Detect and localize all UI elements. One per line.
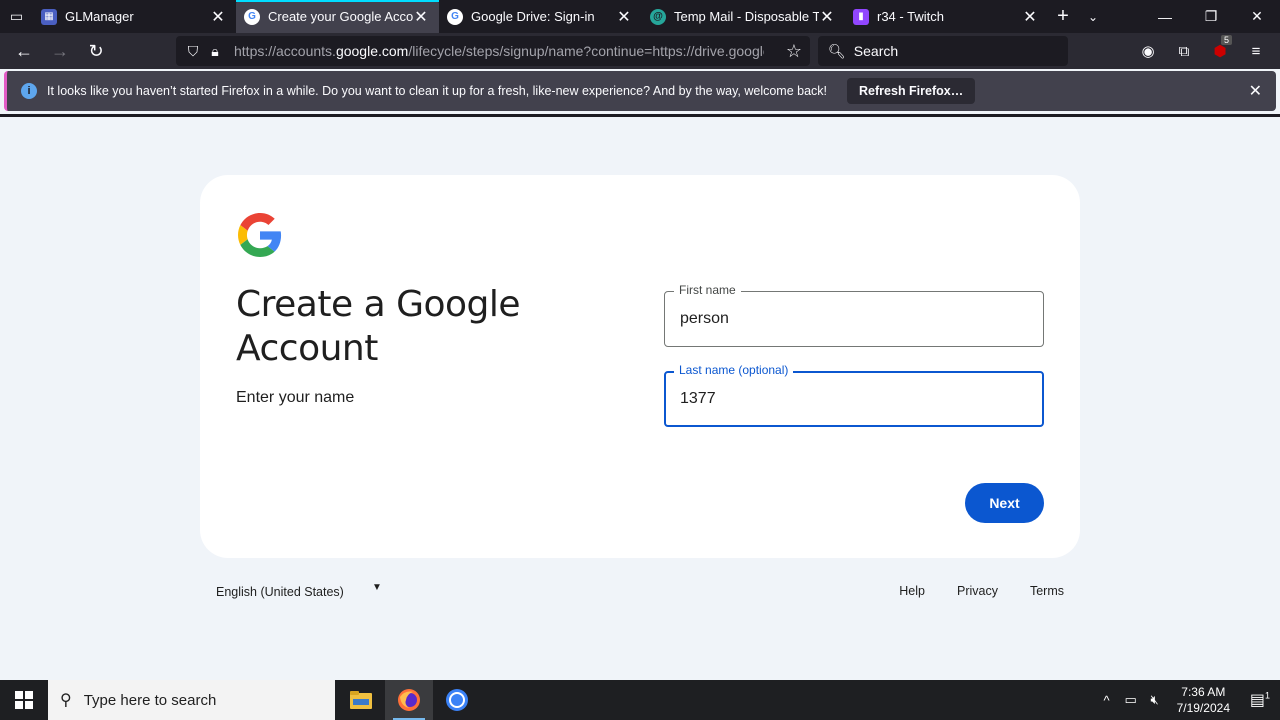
last-name-input[interactable]: 1377 [680,390,716,408]
tab-title: GLManager [65,9,134,24]
address-bar[interactable]: ⛉ 🔒︎ https://accounts.google.com/lifecyc… [176,36,810,66]
page-title: Create a Google Account [236,284,521,369]
ublock-origin-icon[interactable]: ⬢ 5 [1202,35,1238,67]
clock-date: 7/19/2024 [1176,701,1230,715]
close-notification-icon[interactable]: ✕ [1249,81,1262,101]
search-icon: ⚲ [60,692,72,709]
notification-count: 1 [1265,690,1271,701]
close-icon[interactable]: ✕ [819,7,835,27]
bookmark-star-icon[interactable]: ☆ [786,41,802,62]
url-text[interactable]: https://accounts.google.com/lifecycle/st… [234,43,764,59]
close-icon[interactable]: ✕ [210,7,226,27]
search-bar[interactable]: 🔍︎ Search [818,36,1068,66]
restore-icon[interactable]: ❐ [1188,0,1234,33]
google-icon: G [447,8,463,25]
tab-temp-mail[interactable]: @ Temp Mail - Disposable Temporary Email… [642,0,845,33]
windows-taskbar: ⚲ Type here to search ^ ▭ 🔇︎ 7:36 AM 7/1… [0,680,1280,720]
file-explorer-icon[interactable] [337,680,385,720]
google-logo-icon [238,213,282,257]
close-icon[interactable]: ✕ [616,7,632,27]
glmanager-icon: ▦ [41,8,57,25]
first-name-label: First name [674,283,741,297]
taskbar-search-box[interactable]: ⚲ Type here to search [48,680,335,720]
first-name-field[interactable]: First name person [664,283,1044,347]
clock-time: 7:36 AM [1181,685,1226,699]
extensions-icon[interactable]: ⧉ [1166,35,1202,67]
tab-google-drive[interactable]: G Google Drive: Sign-in ✕ [439,0,642,33]
ublock-badge: 5 [1220,35,1232,45]
system-tray: ^ ▭ 🔇︎ 7:36 AM 7/19/2024 ▤1 [1095,680,1280,720]
terms-link[interactable]: Terms [1030,584,1064,598]
volume-muted-icon[interactable]: 🔇︎ [1143,692,1167,708]
refresh-firefox-button[interactable]: Refresh Firefox… [847,78,976,104]
clock[interactable]: 7:36 AM 7/19/2024 [1177,684,1230,716]
google-icon: G [244,8,260,25]
last-name-label: Last name (optional) [674,363,794,377]
notification-center-icon[interactable]: ▤1 [1240,690,1280,710]
close-window-icon[interactable]: ✕ [1234,0,1280,33]
tab-twitch[interactable]: ▮ r34 - Twitch ✕ [845,0,1048,33]
forward-icon[interactable]: → [42,35,78,67]
tracking-shield-icon[interactable]: ⛉ [182,43,204,60]
tab-glmanager[interactable]: ▦ GLManager ✕ [33,0,236,33]
page-subtitle: Enter your name [236,389,355,406]
list-all-tabs-icon[interactable]: ⌄ [1078,0,1108,33]
close-icon[interactable]: ✕ [1022,7,1038,27]
notification-message: It looks like you haven’t started Firefo… [47,84,828,98]
menu-icon[interactable]: ≡ [1238,35,1274,67]
tempmail-icon: @ [650,8,666,25]
toolbar-right: ◉ ⧉ ⬢ 5 ≡ [1130,35,1274,67]
tab-title: Google Drive: Sign-in [471,9,595,24]
windows-start-icon[interactable] [0,680,48,720]
language-select[interactable]: English (United States) [216,585,344,599]
help-link[interactable]: Help [899,584,925,598]
tab-title: Temp Mail - Disposable Temporary Email [674,9,819,24]
privacy-link[interactable]: Privacy [957,584,998,598]
next-button[interactable]: Next [965,483,1044,523]
firefox-taskbar-icon[interactable] [385,680,433,720]
close-icon[interactable]: ✕ [413,7,429,27]
back-icon[interactable]: ← [6,35,42,67]
tab-title: r34 - Twitch [877,9,944,24]
lock-icon[interactable]: 🔒︎ [204,43,226,60]
firefox-view-icon[interactable]: ▭ [0,0,33,33]
chevron-up-icon[interactable]: ^ [1095,693,1119,708]
search-icon: 🔍︎ [828,42,846,59]
footer-links: Help Privacy Terms [899,584,1064,598]
network-icon[interactable]: ▭ [1119,692,1143,708]
tab-title: Create your Google Account [268,9,413,24]
caret-down-icon[interactable]: ▼ [372,582,382,593]
taskbar-search-placeholder: Type here to search [83,691,217,709]
signup-card: Create a Google Account Enter your name … [200,175,1080,558]
account-icon[interactable]: ◉ [1130,35,1166,67]
refresh-firefox-notification: i It looks like you haven’t started Fire… [4,71,1276,111]
new-tab-button[interactable]: + [1048,0,1078,33]
chrome-taskbar-icon[interactable] [433,680,481,720]
first-name-input[interactable]: person [680,310,729,328]
tab-strip: ▭ ▦ GLManager ✕ G Create your Google Acc… [0,0,1280,33]
last-name-field[interactable]: Last name (optional) 1377 [664,363,1044,427]
twitch-icon: ▮ [853,8,869,25]
nav-bar: ← → ↻ ⛉ 🔒︎ https://accounts.google.com/l… [0,33,1280,69]
info-icon: i [21,83,37,99]
page-footer: English (United States) ▼ Help Privacy T… [200,578,1080,606]
window-controls: — ❐ ✕ [1142,0,1280,33]
divider [0,114,1280,117]
reload-icon[interactable]: ↻ [78,35,114,67]
minimize-icon[interactable]: — [1142,0,1188,33]
search-placeholder: Search [853,43,899,59]
tab-create-google-account[interactable]: G Create your Google Account ✕ [236,0,439,33]
